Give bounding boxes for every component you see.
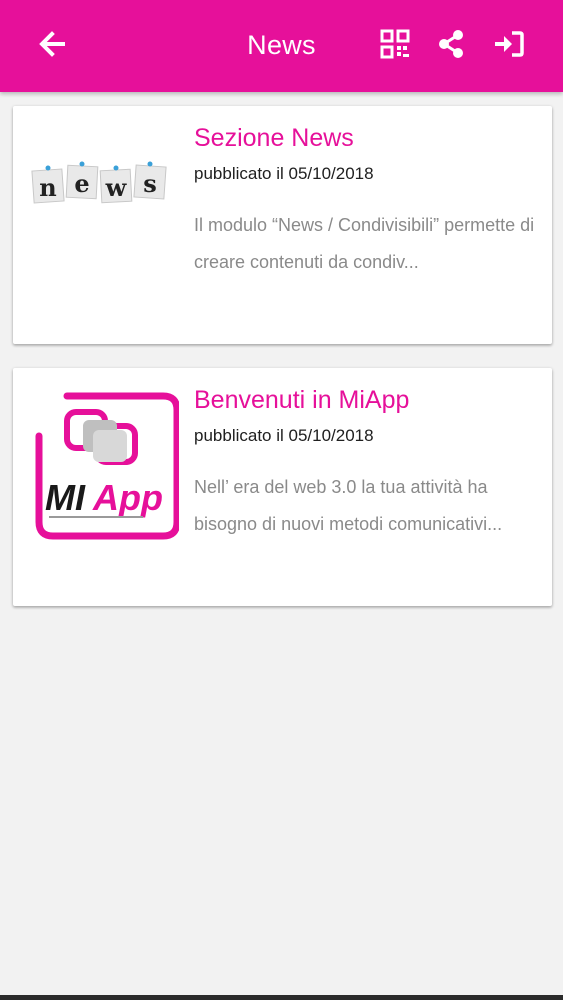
share-icon [439,30,463,58]
news-thumbnail: n e w s [31,161,167,204]
svg-text:MI: MI [45,477,86,518]
news-date: pubblicato il 05/10/2018 [194,164,374,183]
svg-text:App: App [92,477,163,518]
news-excerpt: Il modulo “News / Condivisibili” permett… [194,215,535,272]
share-button[interactable] [431,24,471,64]
bottom-edge [0,995,563,1000]
qr-code-icon [380,29,410,59]
news-card[interactable]: MI App Benvenuti in MiApp pubblicato il … [13,368,552,606]
svg-text:n: n [39,173,56,202]
sign-in-icon [495,31,524,57]
news-title: Benvenuti in MiApp [194,386,410,414]
svg-text:s: s [143,169,157,198]
qr-code-button[interactable] [375,24,415,64]
app-bar: News [0,0,563,92]
svg-text:e: e [74,169,89,198]
page-title: News [247,30,316,60]
svg-text:w: w [105,173,128,202]
miapp-logo: MI App [35,392,179,540]
login-button[interactable] [489,24,529,64]
news-title: Sezione News [194,124,354,152]
news-card[interactable]: n e w s Sezione News pubblicato il 05/10… [13,106,552,344]
news-date: pubblicato il 05/10/2018 [194,426,374,445]
news-excerpt: Nell’ era del web 3.0 la tua attività ha… [194,477,503,534]
